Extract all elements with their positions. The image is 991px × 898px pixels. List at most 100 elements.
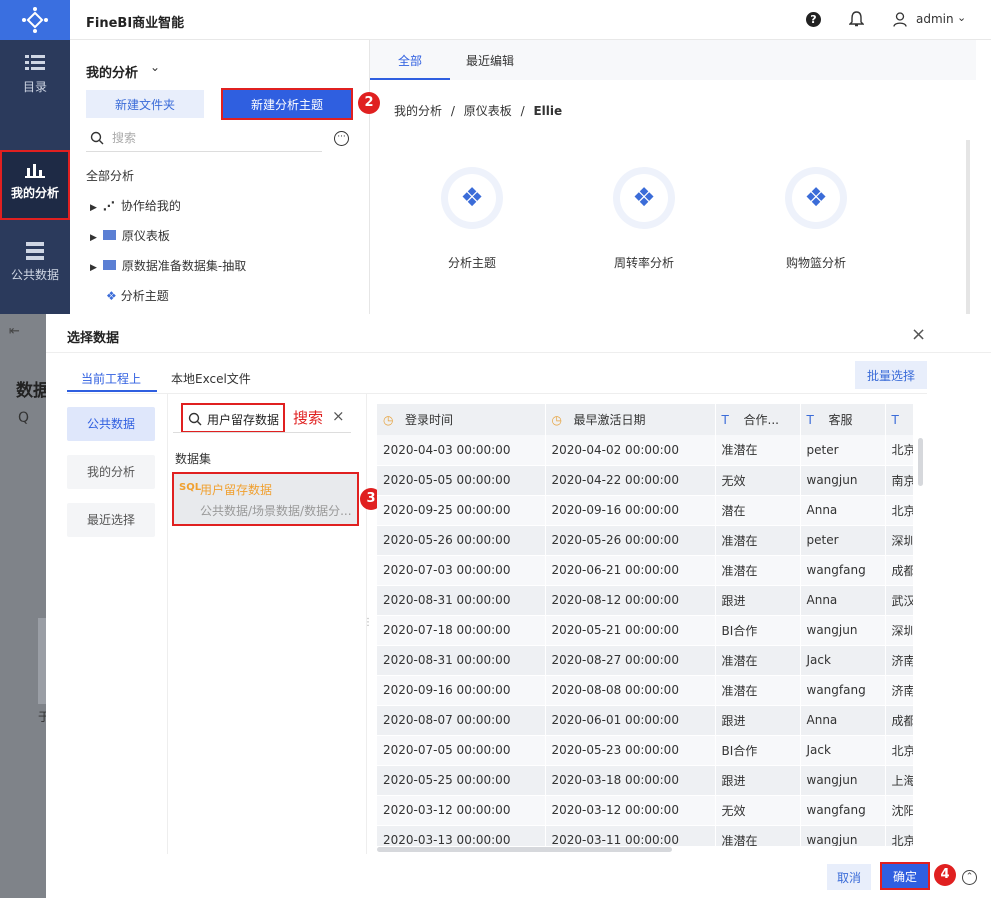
caret-right-icon[interactable]: ▶: [90, 203, 97, 213]
confirm-button[interactable]: 确定: [880, 862, 930, 890]
divider: [67, 393, 927, 394]
divider: [167, 394, 168, 854]
dataset-search-input[interactable]: 用户留存数据: [181, 403, 285, 433]
nav-item-catalog[interactable]: 目录: [0, 40, 70, 110]
table-cell: 2020-04-02 00:00:00: [545, 435, 716, 466]
list-icon: [25, 55, 45, 70]
close-icon[interactable]: ×: [911, 324, 926, 345]
nav-item-public-data[interactable]: 公共数据: [0, 228, 70, 298]
breadcrumb-item[interactable]: 我的分析: [394, 104, 442, 118]
table-cell: 北京: [885, 825, 913, 846]
table-cell: 北京: [885, 735, 913, 766]
step-badge-4: 4: [934, 864, 956, 886]
tab-local-excel[interactable]: 本地Excel文件: [171, 370, 251, 387]
tab-recent[interactable]: 最近编辑: [466, 52, 514, 69]
card-subject-icon[interactable]: ❖: [613, 167, 675, 229]
dataset-result-item[interactable]: SQL 用户留存数据 公共数据/场景数据/数据分...: [172, 472, 359, 526]
tree-item[interactable]: ▶ 原仪表板: [90, 227, 170, 244]
username[interactable]: admin: [916, 12, 954, 26]
caret-right-icon[interactable]: ▶: [90, 263, 97, 273]
search-annotation: 搜索: [293, 409, 324, 427]
tab-active-indicator: [370, 78, 450, 80]
batch-select-button[interactable]: 批量选择: [855, 361, 927, 389]
resize-handle[interactable]: ⋮: [363, 617, 373, 628]
table-cell: BI合作: [715, 735, 801, 766]
tab-all[interactable]: 全部: [398, 52, 422, 69]
tree-root[interactable]: 全部分析: [86, 167, 134, 184]
table-row: 2020-03-12 00:00:00 2020-03-12 00:00:00 无效…: [377, 795, 913, 826]
column-header[interactable]: T 客服: [800, 404, 886, 435]
table-cell: wangfang: [800, 795, 886, 826]
nav-item-label: 公共数据: [10, 268, 59, 282]
exit-icon: ⇤: [9, 324, 20, 339]
breadcrumb-item[interactable]: 原仪表板: [464, 104, 512, 118]
data-preview-table[interactable]: ◷ 登录时间 ◷ 最早激活日期 T 合作... T 客服 T 2020-04-03 00:00:…: [377, 404, 913, 846]
search-input[interactable]: 搜索: [86, 126, 322, 152]
clock-icon: ◷: [551, 413, 562, 427]
table-row: 2020-09-25 00:00:00 2020-09-16 00:00:00 潜在…: [377, 495, 913, 526]
table-cell: 跟进: [715, 705, 801, 736]
card-subject-icon[interactable]: ❖: [441, 167, 503, 229]
side-my-analysis[interactable]: 我的分析: [67, 455, 155, 489]
table-row: 2020-07-18 00:00:00 2020-05-21 00:00:00 BI…: [377, 615, 913, 646]
card-label[interactable]: 分析主题: [412, 254, 532, 271]
nav-item-label: 目录: [22, 80, 47, 94]
side-recent[interactable]: 最近选择: [67, 503, 155, 537]
table-row: 2020-05-05 00:00:00 2020-04-22 00:00:00 无效…: [377, 465, 913, 496]
app-logo[interactable]: [0, 0, 70, 40]
bell-icon[interactable]: [849, 11, 864, 28]
clear-icon[interactable]: ×: [332, 407, 345, 425]
table-cell: 2020-08-08 00:00:00: [545, 675, 716, 706]
column-header[interactable]: ◷ 登录时间: [377, 404, 546, 435]
tab-active-indicator: [67, 390, 157, 392]
tree-item-label: 原仪表板: [121, 229, 170, 243]
table-cell: 2020-06-01 00:00:00: [545, 705, 716, 736]
vertical-scrollbar[interactable]: [918, 438, 923, 486]
new-folder-button[interactable]: 新建文件夹: [86, 90, 204, 118]
chevron-down-icon[interactable]: ⌄: [957, 11, 966, 24]
dataset-name: 用户留存数据: [200, 483, 273, 497]
card-label[interactable]: 购物篮分析: [756, 254, 876, 271]
help-icon[interactable]: ?: [806, 12, 821, 27]
table-cell: 2020-03-18 00:00:00: [545, 765, 716, 796]
text-type-icon: T: [806, 413, 814, 427]
side-public-data[interactable]: 公共数据: [67, 407, 155, 441]
table-cell: 成都: [885, 555, 913, 586]
new-analysis-subject-button[interactable]: 新建分析主题: [221, 88, 353, 120]
column-header-label: 登录时间: [405, 413, 454, 427]
scrollbar[interactable]: [966, 140, 970, 314]
cancel-button[interactable]: 取消: [827, 864, 871, 890]
column-header[interactable]: T: [885, 404, 913, 435]
tree-item[interactable]: ❖ 分析主题: [106, 287, 169, 304]
collapse-up-icon[interactable]: ⌃: [962, 870, 977, 885]
card-label[interactable]: 周转率分析: [584, 254, 704, 271]
column-header[interactable]: T 合作...: [715, 404, 801, 435]
table-cell: 深圳: [885, 615, 913, 646]
card-subject-icon[interactable]: ❖: [785, 167, 847, 229]
divider: [173, 432, 351, 433]
caret-right-icon[interactable]: ▶: [90, 233, 97, 243]
table-cell: 北京: [885, 495, 913, 526]
tab-current-project[interactable]: 当前工程上: [81, 370, 141, 387]
app-title: FineBI商业智能: [86, 16, 185, 31]
column-header[interactable]: ◷ 最早激活日期: [545, 404, 716, 435]
table-row: 2020-04-03 00:00:00 2020-04-02 00:00:00 准潜…: [377, 435, 913, 466]
chevron-down-icon[interactable]: ⌄: [150, 60, 160, 74]
horizontal-scrollbar[interactable]: [377, 847, 672, 852]
search-value: 用户留存数据: [207, 413, 280, 427]
table-row: 2020-09-16 00:00:00 2020-08-08 00:00:00 准潜…: [377, 675, 913, 706]
tree-item[interactable]: ▶ ⋰ 协作给我的: [90, 197, 181, 214]
tree-item[interactable]: ▶ 原数据准备数据集-抽取: [90, 257, 246, 274]
more-icon[interactable]: ···: [334, 131, 349, 146]
nav-item-my-analysis[interactable]: 我的分析: [0, 150, 70, 220]
user-icon[interactable]: [893, 12, 907, 27]
tree-item-label: 分析主题: [120, 289, 169, 303]
table-cell: 2020-03-12 00:00:00: [377, 795, 546, 826]
table-cell: 2020-08-31 00:00:00: [377, 585, 546, 616]
panel-title[interactable]: 我的分析: [86, 62, 138, 81]
table-cell: peter: [800, 525, 886, 556]
table-cell: Jack: [800, 645, 886, 676]
nav-item-label: 我的分析: [10, 186, 59, 200]
table-cell: Jack: [800, 735, 886, 766]
dataset-icon: SQL: [179, 482, 202, 493]
